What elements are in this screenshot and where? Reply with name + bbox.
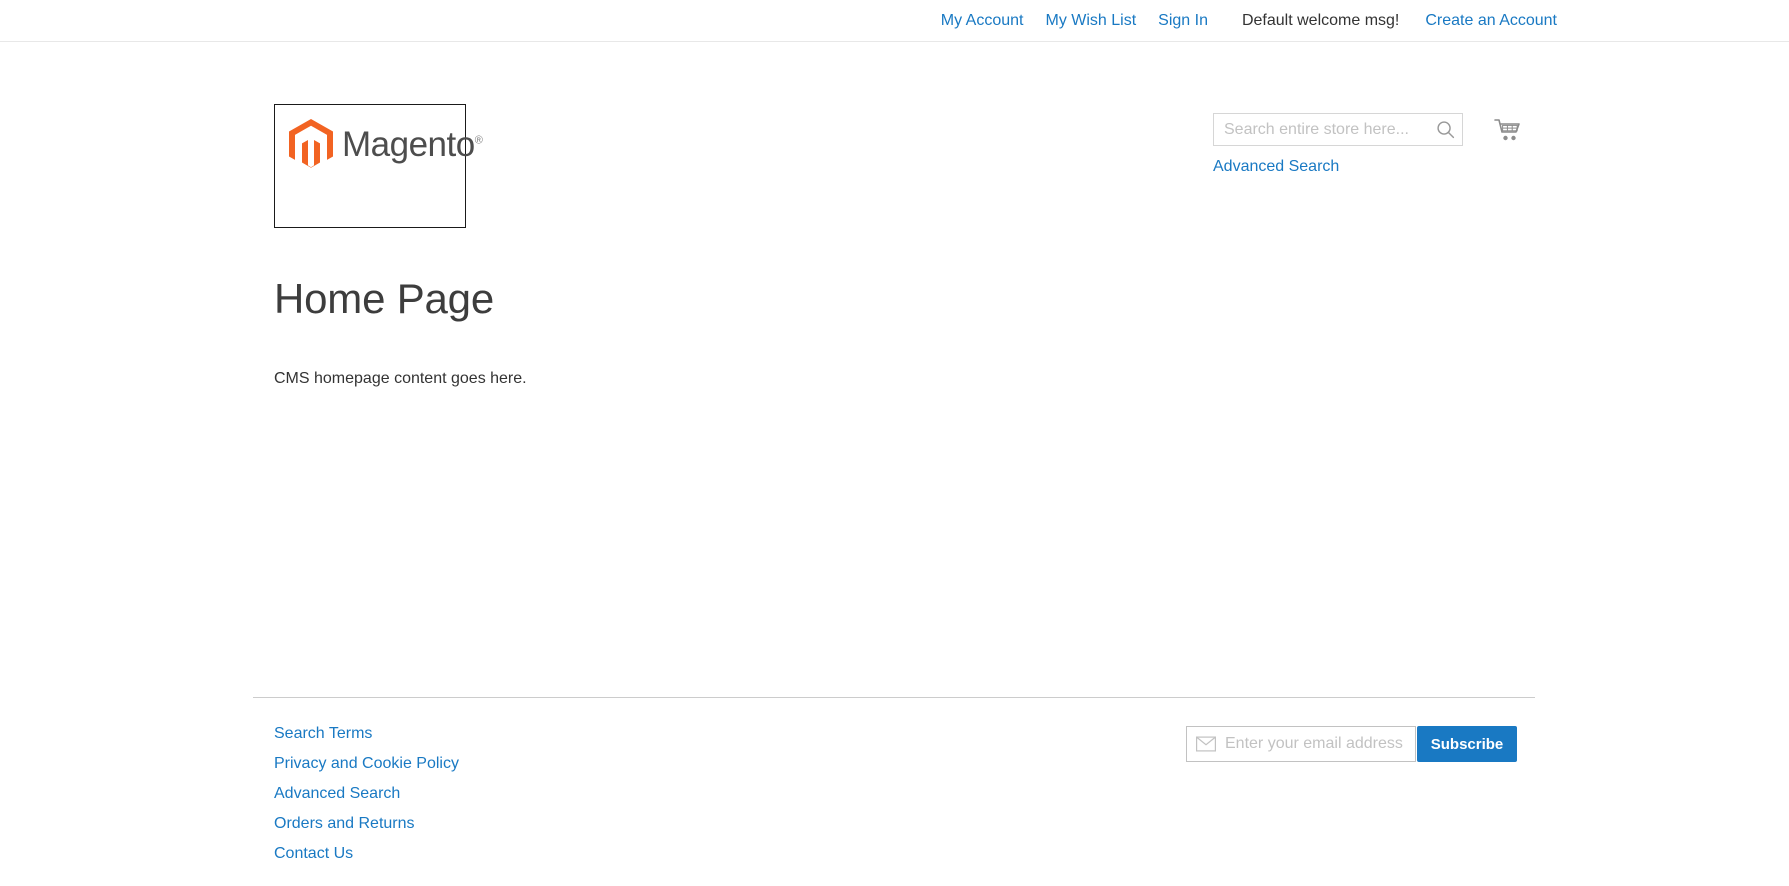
list-item: Advanced Search [274, 785, 1789, 803]
subscribe-button[interactable]: Subscribe [1417, 726, 1517, 762]
shopping-cart-icon [1494, 119, 1520, 141]
list-item: Search Terms [274, 725, 1789, 743]
footer-link-privacy-policy[interactable]: Privacy and Cookie Policy [274, 755, 459, 772]
envelope-icon [1196, 736, 1216, 752]
my-account-link[interactable]: My Account [941, 12, 1024, 30]
footer-links-list: Search Terms Privacy and Cookie Policy A… [274, 725, 1789, 863]
logo-inner: Magento® [289, 119, 483, 169]
top-panel: My Account My Wish List Sign In Default … [0, 0, 1789, 42]
footer-link-advanced-search[interactable]: Advanced Search [274, 785, 400, 802]
magento-logo-icon [289, 119, 333, 168]
footer-link-search-terms[interactable]: Search Terms [274, 725, 372, 742]
search-icon [1436, 121, 1454, 139]
footer-link-orders-returns[interactable]: Orders and Returns [274, 815, 415, 832]
site-header: Magento® Advanced Search [0, 42, 1789, 228]
search-block: Advanced Search [1213, 113, 1463, 176]
site-footer: Search Terms Privacy and Cookie Policy A… [0, 697, 1789, 886]
footer-link-contact-us[interactable]: Contact Us [274, 845, 353, 862]
advanced-search-link[interactable]: Advanced Search [1213, 158, 1339, 176]
logo-word-text: Magento [342, 124, 475, 164]
logo-registered-mark: ® [474, 133, 483, 146]
main-content: Home Page CMS homepage content goes here… [0, 275, 1789, 391]
logo-wordmark: Magento® [342, 124, 483, 164]
sign-in-link[interactable]: Sign In [1158, 12, 1208, 30]
list-item: Privacy and Cookie Policy [274, 755, 1789, 773]
my-wish-list-link[interactable]: My Wish List [1045, 12, 1136, 30]
cms-content-text: CMS homepage content goes here. [274, 370, 527, 388]
list-item: Orders and Returns [274, 815, 1789, 833]
list-item: Contact Us [274, 845, 1789, 863]
search-input[interactable] [1214, 114, 1462, 145]
search-submit-button[interactable] [1432, 117, 1458, 143]
create-account-link[interactable]: Create an Account [1425, 12, 1557, 30]
newsletter-email-input[interactable] [1223, 727, 1415, 761]
search-field [1213, 113, 1463, 146]
newsletter-form: Subscribe [1186, 726, 1517, 762]
footer-inner: Search Terms Privacy and Cookie Policy A… [0, 698, 1789, 886]
page-title: Home Page [274, 275, 494, 322]
welcome-message: Default welcome msg! [1241, 11, 1400, 29]
store-logo[interactable]: Magento® [274, 104, 483, 228]
panel-links: My Account My Wish List Sign In Default … [941, 12, 1557, 30]
minicart-link[interactable] [1487, 114, 1529, 148]
newsletter-email-field [1186, 726, 1416, 762]
